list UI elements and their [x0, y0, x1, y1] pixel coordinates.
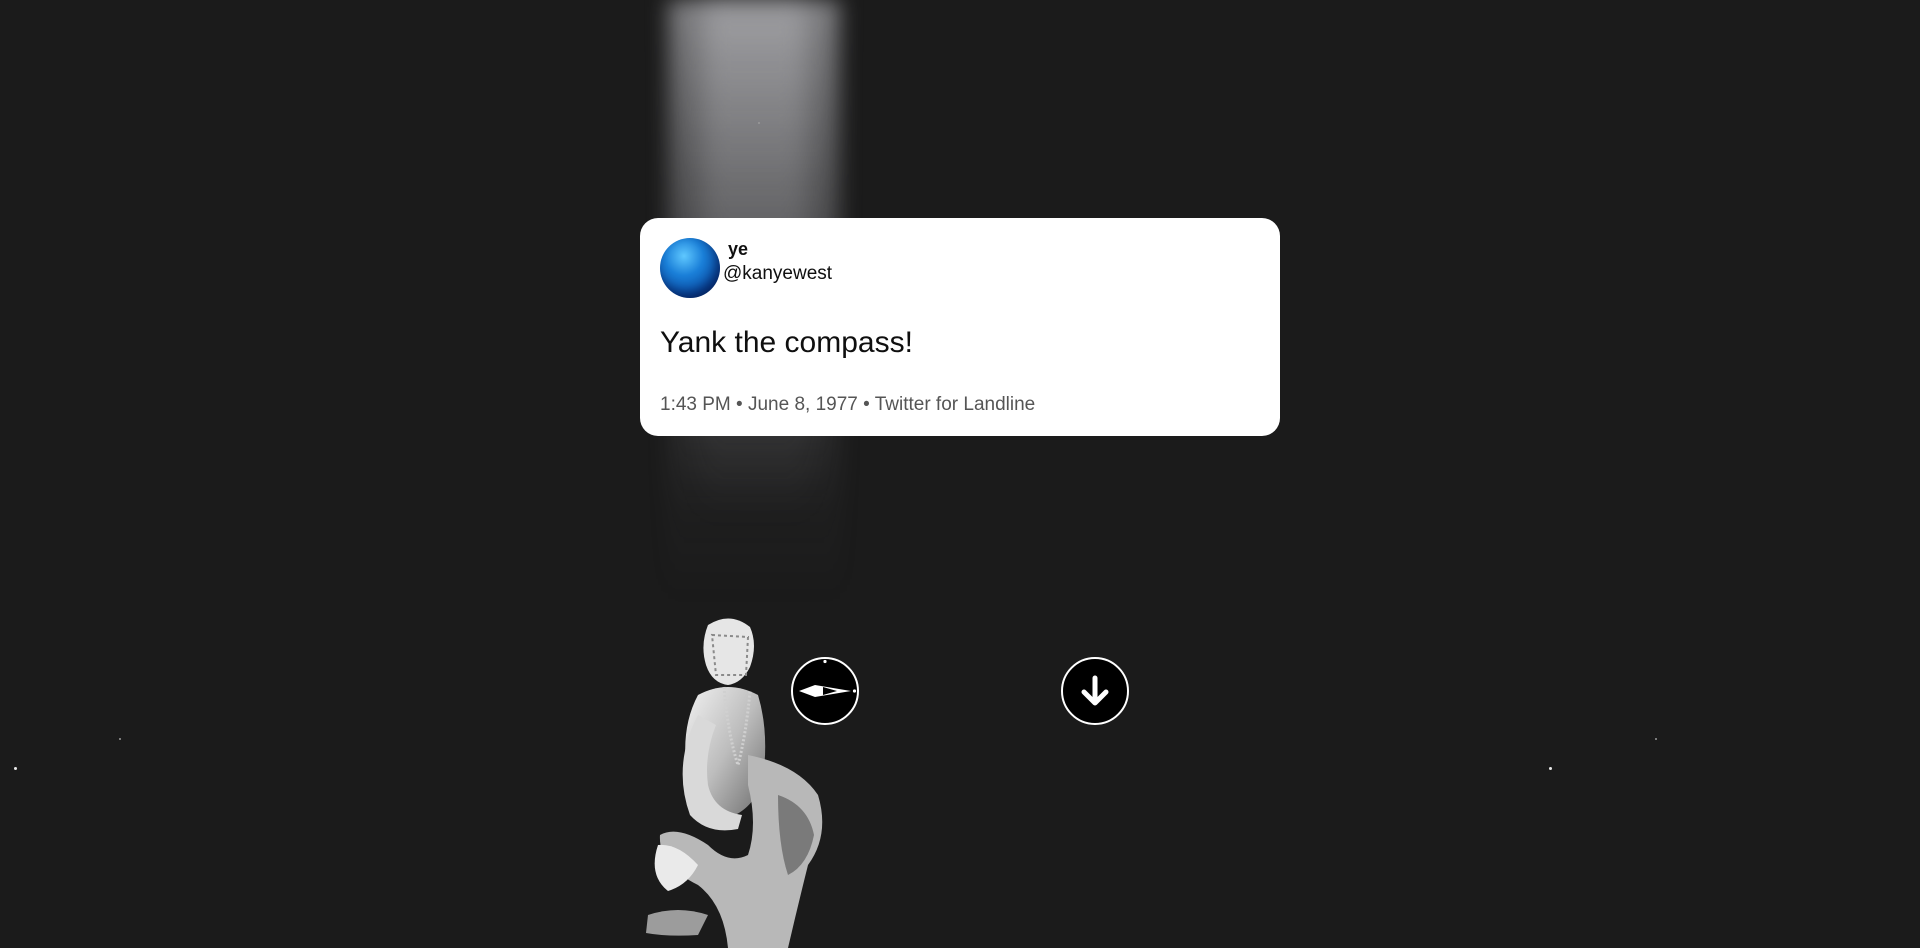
tweet-card: ye @kanyewest Yank the compass! 1:43 PM …	[640, 218, 1280, 436]
tweet-text: Yank the compass!	[660, 326, 913, 359]
tweet-meta: 1:43 PM • June 8, 1977 • Twitter for Lan…	[660, 394, 1036, 415]
avatar[interactable]	[660, 238, 720, 298]
star	[1549, 767, 1552, 770]
star	[119, 738, 121, 740]
star	[758, 122, 760, 124]
star	[1655, 738, 1657, 740]
star	[14, 767, 17, 770]
arrow-down-icon	[1081, 675, 1109, 706]
stage: ye @kanyewest Yank the compass! 1:43 PM …	[0, 0, 1920, 948]
user-handle[interactable]: @kanyewest	[723, 263, 832, 285]
compass-icon	[795, 659, 857, 721]
scroll-down-button[interactable]	[1061, 657, 1129, 725]
user-name[interactable]: ye	[728, 239, 748, 260]
compass-button[interactable]	[791, 657, 859, 725]
